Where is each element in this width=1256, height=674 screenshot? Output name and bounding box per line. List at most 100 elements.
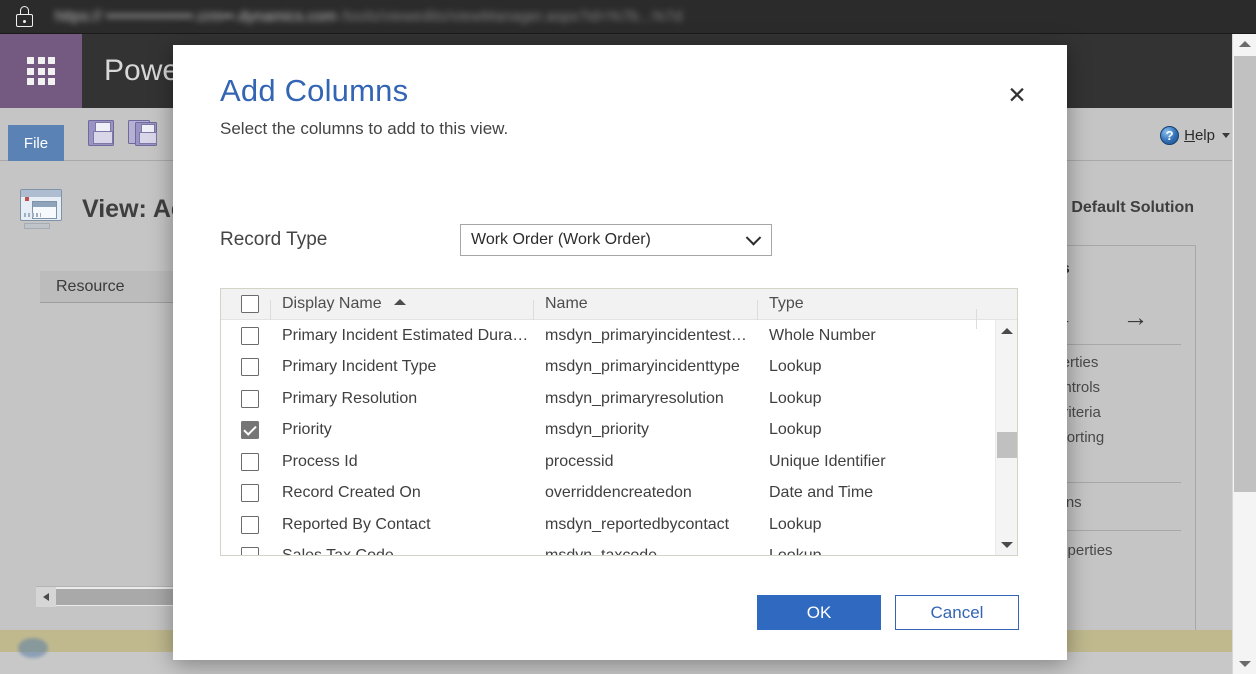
cell-name: overriddencreatedon bbox=[545, 484, 692, 502]
chevron-down-icon bbox=[1222, 133, 1230, 138]
columns-grid: Display Name Name Type Primary Incident … bbox=[220, 288, 1018, 556]
record-type-selected-value: Work Order (Work Order) bbox=[471, 231, 651, 248]
url-text[interactable]: https:// ••••••••••••••••.crm••.dynamics… bbox=[55, 8, 683, 25]
save-icon[interactable] bbox=[88, 120, 114, 146]
help-label: Help bbox=[1184, 127, 1215, 144]
ok-button[interactable]: OK bbox=[757, 595, 881, 630]
cell-type: Whole Number bbox=[769, 326, 876, 344]
row-checkbox[interactable] bbox=[240, 389, 259, 408]
record-type-select[interactable]: Work Order (Work Order) bbox=[460, 224, 772, 256]
scroll-left-arrow-icon[interactable] bbox=[36, 586, 56, 607]
tab-file[interactable]: File bbox=[8, 125, 64, 161]
cell-name: msdyn_priority bbox=[545, 421, 650, 439]
url-origin: https:// ••••••••••••••••.crm••.dynamics… bbox=[55, 8, 337, 25]
scroll-down-arrow-icon[interactable] bbox=[996, 536, 1017, 554]
row-checkbox[interactable] bbox=[240, 547, 259, 555]
page-title: View: Ac bbox=[82, 194, 185, 223]
column-header-name[interactable]: Name bbox=[533, 295, 765, 320]
grid-body: Primary Incident Estimated Dura… msdyn_p… bbox=[221, 320, 1017, 556]
record-type-row: Record Type Work Order (Work Order) bbox=[220, 224, 1020, 256]
cell-type: Lookup bbox=[769, 389, 822, 407]
row-checkbox-cell bbox=[221, 484, 278, 503]
view-window-icon bbox=[18, 187, 66, 231]
cell-display-name: Priority bbox=[282, 421, 332, 439]
table-row[interactable]: Primary Incident Type msdyn_primaryincid… bbox=[221, 352, 1017, 384]
table-row[interactable]: Primary Resolution msdyn_primaryresoluti… bbox=[221, 383, 1017, 415]
cell-display-name: Primary Incident Type bbox=[282, 358, 437, 376]
url-path: /tools/viewedito/viewManager.aspx?id=%7b… bbox=[341, 8, 683, 25]
cell-name: msdyn_reportedbycontact bbox=[545, 515, 730, 533]
row-checkbox-cell bbox=[221, 326, 278, 345]
cell-name: processid bbox=[545, 452, 614, 470]
column-header-display-name[interactable]: Display Name bbox=[270, 295, 541, 320]
add-columns-dialog: Add Columns Select the columns to add to… bbox=[173, 45, 1067, 660]
close-icon[interactable]: ✕ bbox=[1002, 81, 1032, 111]
table-row[interactable]: Process Id processid Unique Identifier bbox=[221, 446, 1017, 478]
row-checkbox-cell bbox=[221, 389, 278, 408]
scroll-up-arrow-icon[interactable] bbox=[996, 322, 1017, 340]
table-row[interactable]: Priority msdyn_priority Lookup bbox=[221, 415, 1017, 447]
cell-type: Lookup bbox=[769, 421, 822, 439]
cell-name: msdyn_primaryresolution bbox=[545, 389, 724, 407]
row-checkbox-cell bbox=[221, 452, 278, 471]
table-row[interactable]: Primary Incident Estimated Dura… msdyn_p… bbox=[221, 320, 1017, 352]
column-header-display-name-label: Display Name bbox=[282, 295, 382, 312]
row-checkbox-cell bbox=[221, 358, 278, 377]
help-button[interactable]: ? Help bbox=[1160, 126, 1230, 145]
record-type-label: Record Type bbox=[220, 229, 328, 250]
cell-display-name: Reported By Contact bbox=[282, 515, 431, 533]
page-vertical-scrollbar[interactable] bbox=[1232, 34, 1256, 674]
browser-address-bar[interactable]: https:// ••••••••••••••••.crm••.dynamics… bbox=[0, 0, 1256, 34]
row-checkbox[interactable] bbox=[240, 326, 259, 345]
cell-name: msdyn_primaryincidenttype bbox=[545, 358, 740, 376]
table-row[interactable]: Record Created On overriddencreatedon Da… bbox=[221, 478, 1017, 510]
column-header-name-label: Name bbox=[545, 295, 588, 312]
cell-type: Lookup bbox=[769, 547, 822, 556]
grid-header-row: Display Name Name Type bbox=[221, 289, 1017, 329]
status-indicator bbox=[18, 638, 48, 658]
row-checkbox[interactable] bbox=[240, 515, 259, 534]
save-as-icon[interactable] bbox=[128, 120, 158, 146]
cell-display-name: Process Id bbox=[282, 452, 358, 470]
cell-display-name: Primary Resolution bbox=[282, 389, 418, 407]
row-checkbox[interactable] bbox=[240, 421, 259, 440]
cell-name: msdyn_primaryincidentest… bbox=[545, 326, 747, 344]
scroll-up-arrow-icon[interactable] bbox=[1233, 34, 1256, 54]
arrow-right-icon[interactable]: → bbox=[1123, 304, 1149, 330]
column-header-type[interactable]: Type bbox=[757, 295, 984, 320]
table-row[interactable]: Reported By Contact msdyn_reportedbycont… bbox=[221, 509, 1017, 541]
scroll-down-arrow-icon[interactable] bbox=[1233, 654, 1256, 674]
dialog-footer: OK Cancel bbox=[757, 595, 1019, 630]
table-row[interactable]: Sales Tax Code msdyn_taxcode Lookup bbox=[221, 541, 1017, 556]
row-checkbox-cell bbox=[221, 515, 278, 534]
cell-type: Date and Time bbox=[769, 484, 874, 502]
help-icon: ? bbox=[1160, 126, 1180, 145]
vertical-scroll-thumb[interactable] bbox=[1234, 56, 1256, 492]
row-checkbox-cell bbox=[221, 421, 278, 440]
row-checkbox[interactable] bbox=[240, 358, 259, 377]
row-checkbox[interactable] bbox=[240, 484, 259, 503]
cell-display-name: Sales Tax Code bbox=[282, 547, 394, 556]
cell-display-name: Primary Incident Estimated Dura… bbox=[282, 326, 529, 344]
select-all-checkbox[interactable] bbox=[240, 295, 259, 313]
sort-ascending-icon bbox=[394, 299, 407, 305]
view-header: View: Ac bbox=[18, 187, 185, 231]
lock-icon bbox=[16, 6, 33, 27]
cell-type: Unique Identifier bbox=[769, 452, 886, 470]
dialog-title: Add Columns bbox=[220, 73, 409, 108]
cell-type: Lookup bbox=[769, 515, 822, 533]
app-launcher-button[interactable] bbox=[0, 34, 82, 108]
solution-label: n: Default Solution bbox=[1051, 199, 1194, 216]
row-checkbox[interactable] bbox=[240, 452, 259, 471]
app-launcher-icon bbox=[27, 57, 55, 85]
column-header-type-label: Type bbox=[769, 295, 804, 312]
ribbon-commands: S bbox=[88, 120, 184, 146]
screen-root: https:// ••••••••••••••••.crm••.dynamics… bbox=[0, 0, 1256, 674]
row-checkbox-cell bbox=[221, 547, 278, 555]
chevron-down-icon bbox=[745, 230, 762, 246]
cell-name: msdyn_taxcode bbox=[545, 547, 658, 556]
cancel-button[interactable]: Cancel bbox=[895, 595, 1019, 630]
grid-vertical-scrollbar[interactable] bbox=[995, 320, 1017, 555]
grid-scroll-thumb[interactable] bbox=[997, 432, 1017, 458]
cell-display-name: Record Created On bbox=[282, 484, 421, 502]
